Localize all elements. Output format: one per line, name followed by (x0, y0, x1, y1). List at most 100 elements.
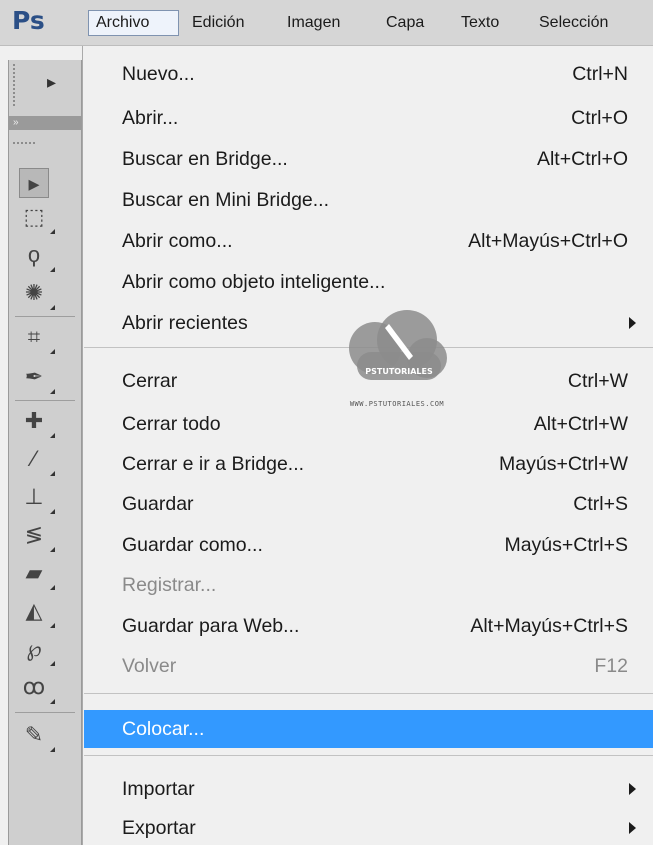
menu-texto[interactable]: Texto (454, 10, 506, 36)
menu-item-shortcut: Ctrl+S (573, 493, 628, 515)
menu-item-abrir-como-objeto-inteligente[interactable]: Abrir como objeto inteligente... (84, 265, 653, 299)
pstutoriales-cloud-logo: PSTUTORIALES (349, 310, 447, 380)
panel-grip[interactable] (13, 64, 20, 106)
menu-archivo[interactable]: Archivo (88, 10, 179, 36)
menu-item-shortcut: Ctrl+W (567, 370, 628, 392)
panel-grip-dots[interactable] (13, 142, 35, 144)
menu-item-guardar-para-web[interactable]: Guardar para Web... Alt+Mayús+Ctrl+S (84, 609, 653, 643)
pen-tool-icon[interactable]: ✎ (19, 720, 55, 752)
menu-item-shortcut: F12 (594, 655, 628, 677)
tool-glyph: ≶ (24, 522, 44, 547)
menu-item-registrar[interactable]: Registrar... (84, 568, 653, 602)
menu-item-importar[interactable]: Importar (84, 772, 653, 806)
tool-glyph: ✒ (24, 364, 44, 389)
menu-item-label: Cerrar e ir a Bridge... (122, 453, 305, 475)
menu-item-shortcut: Alt+Ctrl+W (533, 413, 628, 435)
menu-capa[interactable]: Capa (379, 10, 431, 36)
eyedropper-tool-icon[interactable]: ✒ (19, 362, 55, 394)
menu-item-label: Abrir... (122, 107, 179, 129)
submenu-arrow-icon (629, 317, 636, 329)
menu-item-shortcut: Alt+Ctrl+O (536, 148, 628, 170)
menu-item-label: Cerrar (122, 370, 178, 392)
tool-separator (15, 400, 75, 401)
menu-bar: Ps Archivo Edición Imagen Capa Texto Sel… (0, 0, 653, 46)
move-tool-icon[interactable]: ▸ (19, 168, 49, 198)
tool-glyph: ▸ (28, 171, 40, 196)
menu-item-shortcut: Alt+Mayús+Ctrl+S (470, 615, 628, 637)
watermark: PSTUTORIALES WWW.PSTUTORIALES.COM (327, 300, 467, 420)
menu-item-label: Volver (122, 655, 177, 677)
paint-bucket-tool-icon[interactable]: ◭ (19, 596, 55, 628)
menu-item-buscar-en-mini-bridge[interactable]: Buscar en Mini Bridge... (84, 183, 653, 217)
menu-item-label: Abrir como... (122, 230, 233, 252)
menu-item-exportar[interactable]: Exportar (84, 811, 653, 845)
clone-stamp-tool-icon[interactable]: ⊥ (19, 482, 55, 514)
tool-glyph: ✚ (24, 408, 44, 433)
menu-item-label: Exportar (122, 817, 196, 839)
tool-glyph: ▰ (25, 560, 43, 585)
menu-item-shortcut: Ctrl+N (572, 63, 628, 85)
healing-brush-tool-icon[interactable]: ✚ (19, 406, 55, 438)
tools-panel: ▸ » ▸ ⬚ ϙ ✺ ⌗ ✒ ✚ ⁄ ⊥ ≶ ▰ ◭ ℘ ꝏ ✎ (8, 60, 82, 845)
menu-item-guardar[interactable]: Guardar Ctrl+S (84, 487, 653, 521)
menu-item-label: Abrir como objeto inteligente... (122, 271, 386, 293)
quick-selection-tool-icon[interactable]: ✺ (19, 278, 55, 310)
dodge-tool-icon[interactable]: ꝏ (19, 672, 55, 704)
menu-item-shortcut: Mayús+Ctrl+S (504, 534, 628, 556)
menu-seleccion[interactable]: Selección (532, 10, 615, 36)
submenu-arrow-icon (629, 783, 636, 795)
eraser-tool-icon[interactable]: ▰ (19, 558, 55, 590)
menu-item-label: Guardar para Web... (122, 615, 300, 637)
menu-item-label: Buscar en Mini Bridge... (122, 189, 330, 211)
menu-item-nuevo[interactable]: Nuevo... Ctrl+N (84, 57, 653, 91)
menu-item-label: Abrir recientes (122, 312, 248, 334)
tool-glyph: ✎ (24, 722, 44, 747)
menu-item-label: Buscar en Bridge... (122, 148, 288, 170)
tool-glyph: ⊥ (24, 484, 44, 509)
menu-item-label: Guardar (122, 493, 194, 515)
collapse-panel-button[interactable]: » (9, 116, 81, 130)
menu-item-shortcut: Alt+Mayús+Ctrl+O (468, 230, 628, 252)
tool-glyph: ◭ (25, 598, 43, 623)
menu-item-label: Guardar como... (122, 534, 263, 556)
tool-glyph: ✺ (24, 280, 44, 305)
brush-tool-icon[interactable]: ⁄ (19, 444, 55, 476)
menu-item-colocar[interactable]: Colocar... (84, 710, 653, 748)
tool-glyph: ℘ (26, 636, 42, 661)
menu-item-label: Nuevo... (122, 63, 195, 85)
file-menu-dropdown: Nuevo... Ctrl+N Abrir... Ctrl+O Buscar e… (82, 46, 653, 845)
blur-tool-icon[interactable]: ℘ (19, 634, 55, 666)
menu-item-shortcut: Mayús+Ctrl+W (499, 453, 628, 475)
watermark-brand: PSTUTORIALES (365, 367, 433, 376)
menu-item-cerrar-e-ir-a-bridge[interactable]: Cerrar e ir a Bridge... Mayús+Ctrl+W (84, 447, 653, 481)
tool-glyph: ⌗ (27, 324, 41, 349)
menu-item-volver[interactable]: Volver F12 (84, 649, 653, 683)
menu-item-shortcut: Ctrl+O (571, 107, 628, 129)
menu-item-label: Colocar... (122, 718, 205, 740)
marquee-tool-icon[interactable]: ⬚ (19, 202, 55, 234)
menu-edicion[interactable]: Edición (185, 10, 251, 36)
menu-item-label: Importar (122, 778, 195, 800)
watermark-url: WWW.PSTUTORIALES.COM (349, 400, 445, 408)
crop-tool-icon[interactable]: ⌗ (19, 322, 55, 354)
menu-item-abrir[interactable]: Abrir... Ctrl+O (84, 101, 653, 135)
menu-separator (84, 693, 653, 694)
tool-glyph: ϙ (27, 242, 41, 267)
tool-separator (15, 316, 75, 317)
submenu-arrow-icon (629, 822, 636, 834)
move-tool-icon[interactable]: ▸ (47, 72, 56, 93)
tool-glyph: ⬚ (23, 204, 45, 229)
menu-item-buscar-en-bridge[interactable]: Buscar en Bridge... Alt+Ctrl+O (84, 142, 653, 176)
menu-separator (84, 755, 653, 756)
menu-item-abrir-como[interactable]: Abrir como... Alt+Mayús+Ctrl+O (84, 224, 653, 258)
tool-separator (15, 712, 75, 713)
menu-item-guardar-como[interactable]: Guardar como... Mayús+Ctrl+S (84, 528, 653, 562)
menu-item-label: Registrar... (122, 574, 217, 596)
lasso-tool-icon[interactable]: ϙ (19, 240, 55, 272)
tool-glyph: ⁄ (32, 446, 36, 471)
tool-glyph: ꝏ (22, 674, 46, 699)
menu-imagen[interactable]: Imagen (280, 10, 347, 36)
photoshop-logo[interactable]: Ps (12, 6, 45, 35)
history-brush-tool-icon[interactable]: ≶ (19, 520, 55, 552)
menu-item-label: Cerrar todo (122, 413, 221, 435)
